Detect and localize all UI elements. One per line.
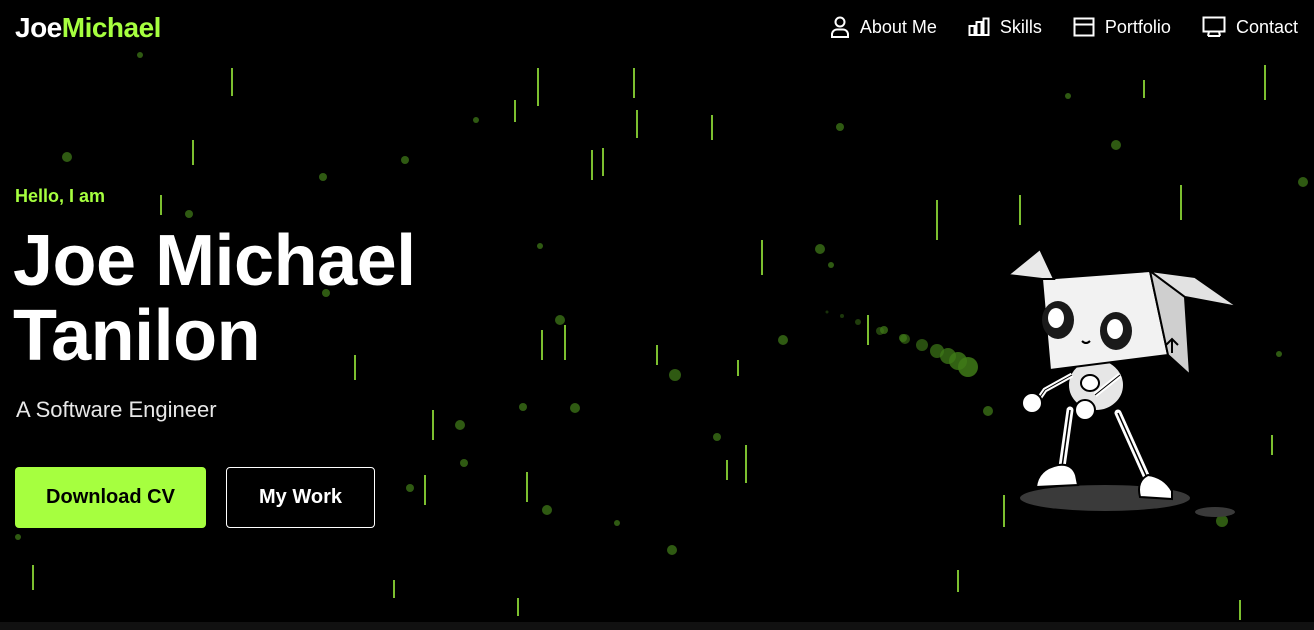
particle-dot: [542, 505, 552, 515]
particle-dot: [137, 52, 143, 58]
site-logo[interactable]: JoeMichael: [15, 12, 161, 44]
nav-portfolio[interactable]: Portfolio: [1073, 17, 1171, 38]
particle-dot: [1111, 140, 1121, 150]
bottom-strip: [0, 622, 1314, 630]
robot-mascot-illustration: [1005, 247, 1239, 517]
particle-dot: [815, 244, 825, 254]
particle-dot: [669, 369, 681, 381]
hero-name-line1: Joe Michael: [13, 221, 416, 301]
particle-dot: [570, 403, 580, 413]
particle-dot: [319, 173, 327, 181]
comet-trail-dot: [916, 339, 928, 351]
hero-role: A Software Engineer: [16, 397, 217, 422]
particle-dot: [1065, 93, 1071, 99]
particle-dot: [1276, 351, 1282, 357]
particle-dot: [836, 123, 844, 131]
particle-dot: [406, 484, 414, 492]
window-icon: [1073, 17, 1095, 37]
particle-dot: [460, 459, 468, 467]
comet-trail-dot: [958, 357, 978, 377]
comet-trail-dot: [840, 314, 844, 318]
monitor-icon: [1202, 16, 1226, 38]
user-icon: [830, 16, 850, 38]
particle-dot: [401, 156, 409, 164]
nav-contact-label: Contact: [1235, 16, 1298, 37]
comet-trail-dot: [900, 334, 910, 344]
particle-dot: [713, 433, 721, 441]
particle-dot: [614, 520, 620, 526]
download-cv-button[interactable]: Download CV: [15, 467, 206, 528]
comet-trail-dot: [876, 327, 884, 335]
nav-portfolio-label: Portfolio: [1104, 16, 1171, 37]
particle-dot: [555, 315, 565, 325]
nav-skills[interactable]: Skills: [968, 17, 1042, 38]
bar-chart-icon: [968, 17, 990, 37]
hero-name-line2: Tanilon: [13, 296, 261, 376]
nav-about-me[interactable]: About Me: [830, 16, 937, 38]
particle-dot: [519, 403, 527, 411]
comet-trail-dot: [855, 319, 861, 325]
nav-about-me-label: About Me: [859, 16, 937, 37]
particle-dot: [1298, 177, 1308, 187]
particle-dot: [828, 262, 834, 268]
main-nav: About Me Skills Portfolio Contact: [830, 16, 1298, 38]
nav-skills-label: Skills: [999, 16, 1042, 37]
particle-dot: [15, 534, 21, 540]
greeting: Hello, I am: [15, 186, 106, 206]
particle-dot: [537, 243, 543, 249]
particle-dot: [185, 210, 193, 218]
logo-second: Michael: [61, 12, 162, 43]
particle-dot: [983, 406, 993, 416]
particle-dot: [473, 117, 479, 123]
particle-dot: [778, 335, 788, 345]
comet-trail-dot: [825, 310, 829, 314]
particle-dot: [667, 545, 677, 555]
hero-name: Joe Michael Tanilon: [13, 224, 533, 374]
my-work-button[interactable]: My Work: [226, 467, 375, 528]
particle-dot: [62, 152, 72, 162]
logo-first: Joe: [15, 12, 62, 43]
nav-contact[interactable]: Contact: [1202, 16, 1298, 38]
particle-dot: [455, 420, 465, 430]
